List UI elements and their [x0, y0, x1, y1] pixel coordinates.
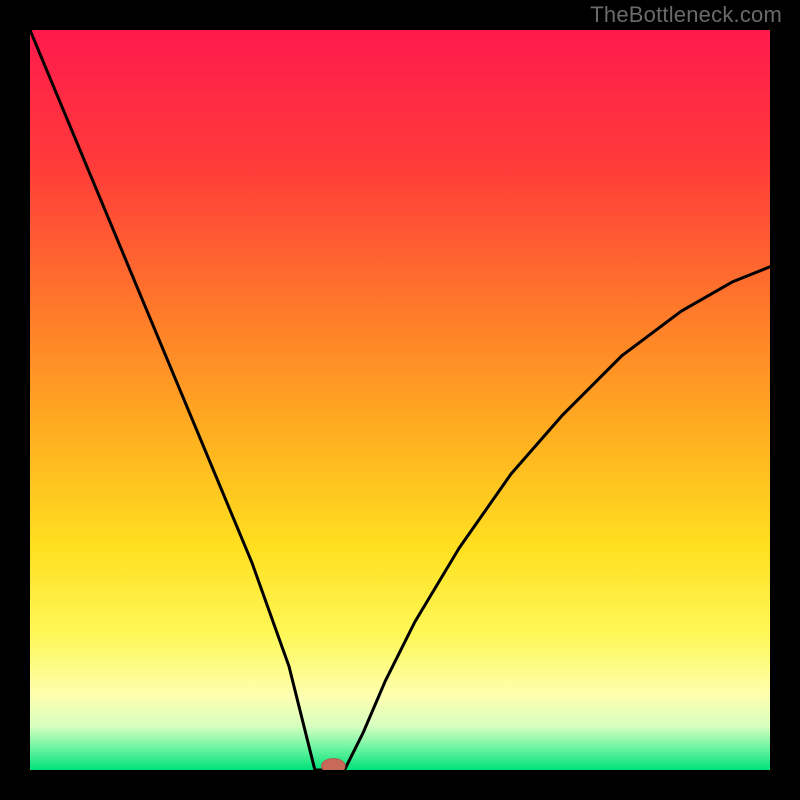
plot-area [30, 30, 770, 770]
watermark-text: TheBottleneck.com [590, 2, 782, 28]
bottleneck-chart [30, 30, 770, 770]
optimum-marker [322, 759, 346, 770]
chart-frame: TheBottleneck.com [0, 0, 800, 800]
gradient-background [30, 30, 770, 770]
